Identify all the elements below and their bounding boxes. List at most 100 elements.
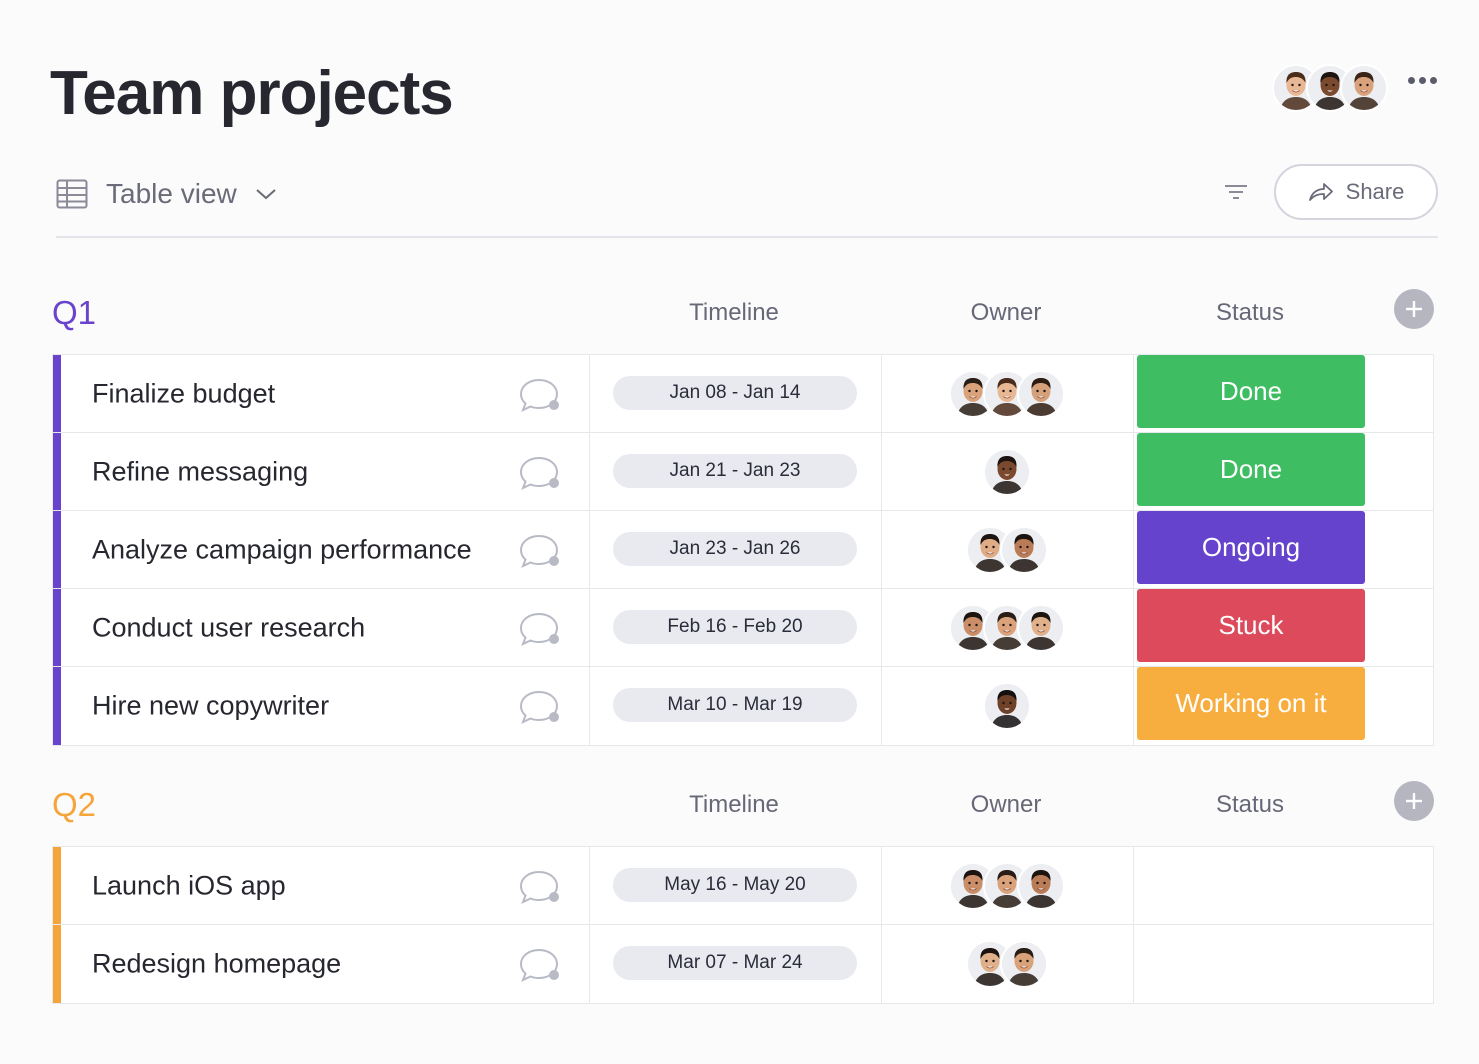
group-table: Finalize budget Jan 08 - Jan 14 Done Refine… xyxy=(52,354,1434,746)
comment-icon[interactable] xyxy=(517,688,561,726)
comment-icon[interactable] xyxy=(517,610,561,648)
owner-avatar xyxy=(983,682,1031,730)
status-empty[interactable] xyxy=(1137,847,1365,920)
cell-divider xyxy=(589,847,590,924)
owner-avatars[interactable] xyxy=(881,862,1133,910)
group-header: Q2 Timeline Owner Status xyxy=(52,781,1434,846)
status-empty[interactable] xyxy=(1137,925,1365,998)
more-horizontal-icon xyxy=(1407,76,1415,84)
owner-avatar xyxy=(1017,370,1065,418)
status-label[interactable]: Done xyxy=(1137,433,1365,506)
cell-divider xyxy=(1133,511,1134,588)
filter-icon[interactable] xyxy=(1222,178,1250,206)
owner-avatar xyxy=(1000,940,1048,988)
column-header-timeline[interactable]: Timeline xyxy=(588,791,880,819)
board-toolbar: Table view Share xyxy=(56,160,1438,238)
status-label[interactable]: Stuck xyxy=(1137,589,1365,662)
task-name[interactable]: Finalize budget xyxy=(92,378,275,409)
task-name[interactable]: Refine messaging xyxy=(92,456,308,487)
view-label: Table view xyxy=(106,178,237,209)
table-icon xyxy=(56,179,88,209)
owner-avatar xyxy=(983,448,1031,496)
group-header: Q1 Timeline Owner Status xyxy=(52,289,1434,354)
owner-avatars[interactable] xyxy=(881,940,1133,988)
task-name[interactable]: Redesign homepage xyxy=(92,949,341,980)
more-horizontal-icon-dot xyxy=(1429,76,1437,84)
cell-divider xyxy=(589,925,590,1003)
owner-avatars[interactable] xyxy=(881,448,1133,496)
view-selector[interactable]: Table view xyxy=(56,178,277,210)
timeline-pill[interactable]: Jan 21 - Jan 23 xyxy=(613,454,857,488)
collaborator-avatars[interactable] xyxy=(1272,64,1388,112)
table-row[interactable]: Hire new copywriter Mar 10 - Mar 19 Workin… xyxy=(53,667,1433,745)
status-label[interactable]: Done xyxy=(1137,355,1365,428)
timeline-pill[interactable]: May 16 - May 20 xyxy=(613,868,857,902)
column-header-status[interactable]: Status xyxy=(1136,299,1364,327)
comment-icon[interactable] xyxy=(517,868,561,906)
group-color-bar xyxy=(53,925,61,1003)
group-q2: Q2 Timeline Owner Status Launch iOS app May 1… xyxy=(52,781,1434,1004)
group-table: Launch iOS app May 16 - May 20 Redesign ho… xyxy=(52,846,1434,1004)
table-row[interactable]: Finalize budget Jan 08 - Jan 14 Done xyxy=(53,355,1433,433)
comment-icon[interactable] xyxy=(517,532,561,570)
table-row[interactable]: Refine messaging Jan 21 - Jan 23 Done xyxy=(53,433,1433,511)
timeline-pill[interactable]: Jan 08 - Jan 14 xyxy=(613,376,857,410)
timeline-pill[interactable]: Mar 10 - Mar 19 xyxy=(613,688,857,722)
cell-divider xyxy=(1133,433,1134,510)
group-title[interactable]: Q2 xyxy=(52,786,96,824)
owner-avatar xyxy=(1017,862,1065,910)
cell-divider xyxy=(589,433,590,510)
timeline-pill[interactable]: Jan 23 - Jan 26 xyxy=(613,532,857,566)
cell-divider xyxy=(589,667,590,745)
plus-icon xyxy=(1406,301,1422,317)
group-color-bar xyxy=(53,847,61,924)
group-q1: Q1 Timeline Owner Status Finalize budget Jan … xyxy=(52,289,1434,746)
chevron-down-icon xyxy=(256,189,276,200)
table-row[interactable]: Conduct user research Feb 16 - Feb 20 Stuc… xyxy=(53,589,1433,667)
task-name[interactable]: Analyze campaign performance xyxy=(92,534,472,565)
table-row[interactable]: Redesign homepage Mar 07 - Mar 24 xyxy=(53,925,1433,1003)
share-arrow-icon xyxy=(1308,183,1333,201)
add-column-button[interactable] xyxy=(1394,781,1434,821)
owner-avatars[interactable] xyxy=(881,370,1133,418)
cell-divider xyxy=(1133,667,1134,745)
add-column-button[interactable] xyxy=(1394,289,1434,329)
owner-avatar xyxy=(1017,604,1065,652)
avatar-man-smiling xyxy=(1340,64,1388,112)
column-header-status[interactable]: Status xyxy=(1136,791,1364,819)
group-color-bar xyxy=(53,433,61,510)
task-name[interactable]: Hire new copywriter xyxy=(92,691,329,722)
task-name[interactable]: Launch iOS app xyxy=(92,870,286,901)
owner-avatars[interactable] xyxy=(881,682,1133,730)
group-color-bar xyxy=(53,511,61,588)
comment-icon[interactable] xyxy=(517,376,561,414)
comment-icon[interactable] xyxy=(517,946,561,984)
timeline-pill[interactable]: Feb 16 - Feb 20 xyxy=(613,610,857,644)
more-options-button[interactable] xyxy=(1400,68,1444,92)
plus-icon xyxy=(1406,793,1422,809)
group-color-bar xyxy=(53,667,61,745)
task-name[interactable]: Conduct user research xyxy=(92,612,365,643)
page-title: Team projects xyxy=(50,59,454,128)
cell-divider xyxy=(1133,355,1134,432)
owner-avatars[interactable] xyxy=(881,526,1133,574)
column-header-timeline[interactable]: Timeline xyxy=(588,299,880,327)
table-row[interactable]: Launch iOS app May 16 - May 20 xyxy=(53,847,1433,925)
comment-icon[interactable] xyxy=(517,454,561,492)
status-label[interactable]: Working on it xyxy=(1137,667,1365,740)
status-label[interactable]: Ongoing xyxy=(1137,511,1365,584)
column-header-owner[interactable]: Owner xyxy=(880,791,1132,819)
timeline-pill[interactable]: Mar 07 - Mar 24 xyxy=(613,946,857,980)
group-color-bar xyxy=(53,589,61,666)
cell-divider xyxy=(1133,847,1134,924)
column-header-owner[interactable]: Owner xyxy=(880,299,1132,327)
cell-divider xyxy=(589,355,590,432)
table-row[interactable]: Analyze campaign performance Jan 23 - Jan… xyxy=(53,511,1433,589)
group-title[interactable]: Q1 xyxy=(52,294,96,332)
share-label: Share xyxy=(1345,179,1405,204)
cell-divider xyxy=(589,589,590,666)
cell-divider xyxy=(589,511,590,588)
cell-divider xyxy=(1133,925,1134,1003)
owner-avatars[interactable] xyxy=(881,604,1133,652)
share-button[interactable]: Share xyxy=(1274,164,1438,220)
